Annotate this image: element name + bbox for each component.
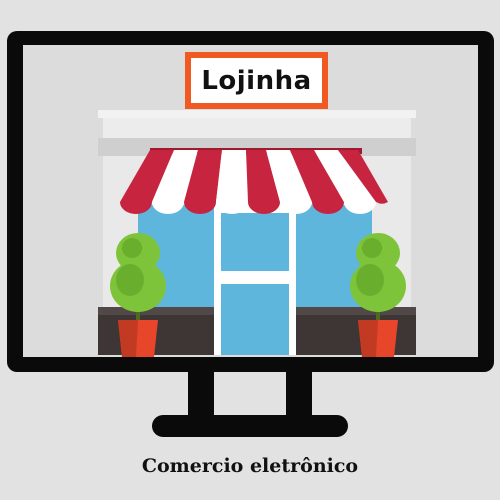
storefront-icon — [98, 110, 416, 355]
monitor-stand-left-leg — [188, 372, 214, 422]
monitor-stand-base — [152, 415, 348, 437]
shop-sign: Lojinha — [201, 65, 312, 96]
awning-icon — [120, 148, 388, 214]
monitor-stand-right-leg — [286, 372, 312, 422]
caption: Comercio eletrônico — [141, 455, 359, 477]
